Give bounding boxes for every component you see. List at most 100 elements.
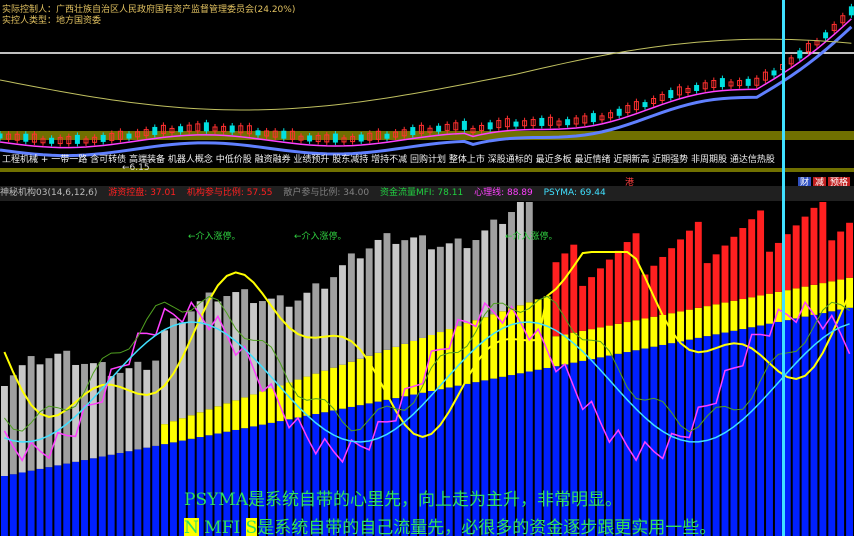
institution-bar [570, 332, 578, 363]
hotmoney-bar [614, 250, 622, 324]
price-chart-pane[interactable]: 实际控制人：广西壮族自治区人民政府国有资产监督管理委员会(24.20%) 实控人… [0, 0, 854, 172]
retail-bar [98, 362, 106, 457]
hotmoney-bar [819, 202, 827, 284]
base-bar [525, 371, 533, 536]
retail-bar [258, 301, 266, 392]
entry-note-2: ←介入涨停。 [294, 232, 347, 242]
hotmoney-bar [668, 248, 676, 314]
base-bar [650, 346, 658, 536]
base-bar [18, 472, 26, 536]
hotmoney-bar [694, 221, 702, 308]
institution-bar [241, 397, 249, 429]
institution-bar [205, 409, 213, 436]
institution-bar [312, 373, 320, 415]
retail-bar [303, 292, 311, 377]
base-bar [125, 451, 133, 536]
base-bar [543, 367, 551, 536]
hotmoney-bar [810, 207, 818, 285]
base-bar [72, 461, 80, 536]
candle-body [152, 126, 158, 135]
institution-bar [677, 311, 684, 342]
retail-bar [508, 212, 515, 309]
hotmoney-bar [685, 230, 693, 310]
base-bar [27, 470, 35, 536]
candle-body [100, 134, 106, 142]
institution-bar [428, 335, 435, 391]
retail-bar [178, 322, 186, 419]
retail-bar [330, 277, 338, 368]
institution-bar [170, 421, 177, 443]
institution-bar [303, 376, 311, 416]
hotmoney-bar [659, 256, 667, 315]
hotmoney-bar [792, 225, 800, 289]
base-bar [36, 468, 44, 536]
retail-bar [445, 243, 453, 330]
hotmoney-bar [721, 245, 729, 303]
hotmoney-bar [837, 231, 845, 280]
hotmoney-bar [774, 242, 782, 292]
base-bar [45, 467, 53, 536]
hotmoney-bar [703, 263, 711, 307]
candle-body [255, 130, 261, 136]
entry-note-3: ←介入涨停。 [505, 232, 558, 242]
retail-bar [241, 289, 249, 398]
retail-bar [27, 356, 35, 471]
retail-bar [125, 368, 133, 452]
base-bar [712, 334, 720, 536]
institution-bar [250, 394, 257, 427]
retail-bar [285, 306, 293, 383]
candle-body [384, 133, 390, 139]
hotmoney-bar [757, 210, 765, 296]
retail-bar [205, 292, 213, 410]
candle-body [358, 134, 364, 142]
candlestick-chart[interactable] [0, 0, 854, 172]
indicator-name[interactable]: 神秘机构03(14,6,12,6) [0, 188, 97, 198]
institution-bar [187, 415, 195, 439]
institution-bar [623, 322, 631, 353]
institution-bar [436, 332, 444, 390]
candle-body [0, 133, 3, 139]
base-bar [846, 307, 853, 536]
institution-bar [472, 320, 480, 383]
base-bar [632, 350, 640, 536]
base-bar [534, 369, 542, 536]
base-bar [623, 352, 631, 536]
hotmoney-bar [766, 251, 773, 294]
candle-body [745, 78, 751, 86]
base-bar [1, 476, 8, 536]
institution-bar [392, 346, 400, 399]
caption-highlight-n: N [184, 518, 199, 536]
candle-body [694, 84, 700, 91]
retail-bar [54, 353, 62, 466]
institution-bar [597, 327, 604, 358]
base-bar [63, 463, 71, 536]
crosshair-cursor[interactable] [782, 0, 785, 536]
retail-bar [428, 249, 435, 335]
retail-bar [312, 283, 320, 374]
indicator-value-0: 游资控盘: 37.01 [108, 188, 176, 198]
retail-bar [294, 300, 302, 380]
institution-bar [712, 304, 720, 335]
institution-bar [641, 318, 649, 349]
candle-body [565, 119, 571, 126]
hotmoney-bar [570, 244, 578, 333]
base-bar [170, 442, 177, 536]
indicator-value-3: 资金流量MFI: 78.11 [379, 188, 464, 198]
base-bar [766, 323, 773, 536]
institution-bar [694, 307, 702, 338]
retail-bar [454, 238, 462, 327]
institution-bar [650, 316, 658, 347]
institution-bar [828, 281, 836, 312]
institution-bar [178, 418, 186, 441]
indicator-chart-pane[interactable]: ←介入涨停。 ←介入涨停。 ←介入涨停。 PSYMA是系统自带的心里先，向上走为… [0, 202, 854, 536]
institution-bar [614, 323, 622, 354]
candle-body [539, 117, 545, 126]
candle-body [642, 102, 648, 108]
hotmoney-bar [730, 236, 738, 301]
hotmoney-bar [579, 285, 587, 331]
hotmoney-bar [588, 277, 596, 330]
indicator-value-4: 心理线: 88.89 [474, 188, 533, 198]
institution-bar [579, 330, 587, 361]
candle-body [487, 122, 493, 130]
institution-bar [685, 309, 693, 340]
